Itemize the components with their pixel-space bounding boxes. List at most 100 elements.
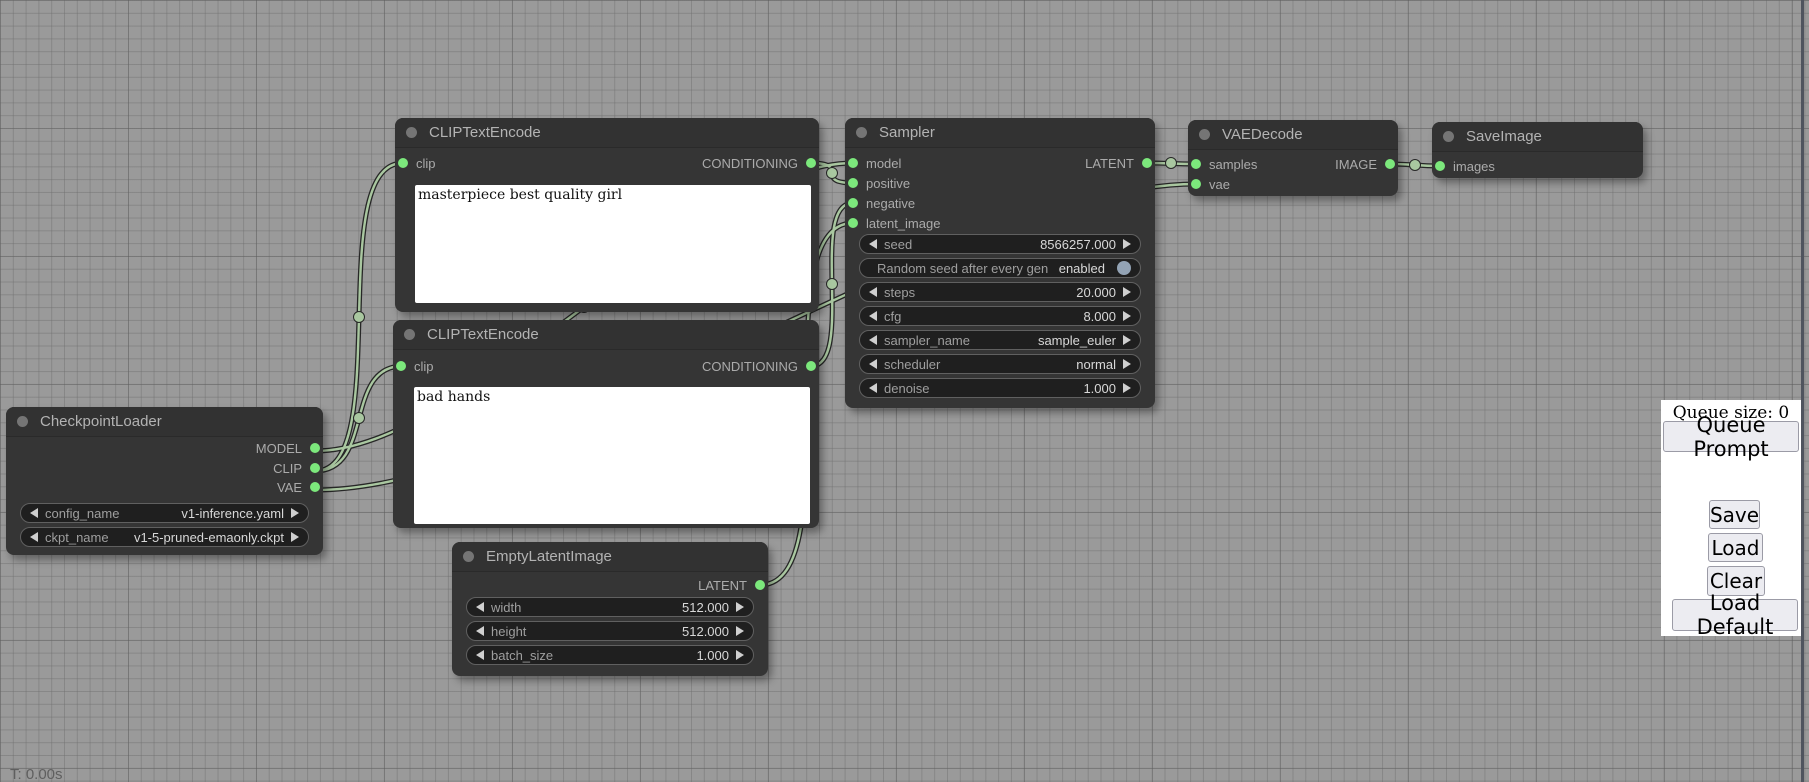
input-slot-images[interactable]: images [1435,156,1495,176]
input-slot-dot-icon[interactable] [848,158,858,168]
widget-denoise[interactable]: denoise 1.000 [859,378,1141,398]
input-slot-clip[interactable]: clip [398,153,436,173]
output-slot-dot-icon[interactable] [310,443,320,453]
output-slot-dot-icon[interactable] [1142,158,1152,168]
input-slot-model[interactable]: model [848,153,901,173]
output-slot-dot-icon[interactable] [806,158,816,168]
increment-arrow-icon[interactable] [1123,335,1131,345]
output-slot-label: CONDITIONING [702,156,798,171]
input-slot-dot-icon[interactable] [398,158,408,168]
increment-arrow-icon[interactable] [1123,359,1131,369]
widget-random-seed-toggle[interactable]: Random seed after every gen enabled [859,258,1141,278]
save-button[interactable]: Save [1709,500,1760,529]
output-slot-latent[interactable]: LATENT [1085,153,1152,173]
node-collapse-dot-icon[interactable] [404,329,415,340]
input-slot-dot-icon[interactable] [1435,161,1445,171]
increment-arrow-icon[interactable] [1123,383,1131,393]
output-slot-clip[interactable]: CLIP [273,458,320,478]
node-cliptextencode-negative[interactable]: CLIPTextEncode clip CONDITIONING bad han… [393,320,819,528]
output-slot-conditioning[interactable]: CONDITIONING [702,153,816,173]
load-default-button[interactable]: Load Default [1672,599,1798,631]
input-slot-dot-icon[interactable] [848,178,858,188]
increment-arrow-icon[interactable] [736,602,744,612]
execution-time-label: T: 0.00s [10,766,63,782]
node-cliptextencode-positive[interactable]: CLIPTextEncode clip CONDITIONING masterp… [395,118,819,312]
negative-prompt-textarea[interactable]: bad hands [414,387,810,524]
widget-config-name[interactable]: config_name v1-inference.yaml [20,503,309,523]
node-vaedecode[interactable]: VAEDecode samples vae IMAGE [1188,120,1398,196]
decrement-arrow-icon[interactable] [30,532,38,542]
increment-arrow-icon[interactable] [736,626,744,636]
decrement-arrow-icon[interactable] [869,335,877,345]
increment-arrow-icon[interactable] [291,532,299,542]
widget-batch-size[interactable]: batch_size 1.000 [466,645,754,665]
input-slot-negative[interactable]: negative [848,193,915,213]
node-collapse-dot-icon[interactable] [1199,129,1210,140]
decrement-arrow-icon[interactable] [476,602,484,612]
node-collapse-dot-icon[interactable] [856,127,867,138]
node-title-bar[interactable]: Sampler [845,118,1155,148]
node-collapse-dot-icon[interactable] [463,551,474,562]
input-slot-clip[interactable]: clip [396,356,434,376]
node-sampler[interactable]: Sampler model positive negative latent_i… [845,118,1155,408]
node-title-bar[interactable]: VAEDecode [1188,120,1398,150]
output-slot-dot-icon[interactable] [806,361,816,371]
widget-sampler-name[interactable]: sampler_name sample_euler [859,330,1141,350]
input-slot-dot-icon[interactable] [396,361,406,371]
increment-arrow-icon[interactable] [291,508,299,518]
widget-ckpt-name[interactable]: ckpt_name v1-5-pruned-emaonly.ckpt [20,527,309,547]
decrement-arrow-icon[interactable] [869,359,877,369]
increment-arrow-icon[interactable] [1123,311,1131,321]
node-title-bar[interactable]: CheckpointLoader [6,407,323,437]
input-slot-samples[interactable]: samples [1191,154,1257,174]
node-saveimage[interactable]: SaveImage images [1432,122,1643,178]
output-slot-conditioning[interactable]: CONDITIONING [702,356,816,376]
positive-prompt-textarea[interactable]: masterpiece best quality girl [415,185,811,303]
output-slot-model[interactable]: MODEL [256,438,320,458]
node-collapse-dot-icon[interactable] [406,127,417,138]
queue-prompt-button[interactable]: Queue Prompt [1663,421,1799,452]
increment-arrow-icon[interactable] [1123,239,1131,249]
node-title-bar[interactable]: EmptyLatentImage [452,542,768,572]
node-collapse-dot-icon[interactable] [17,416,28,427]
input-slot-dot-icon[interactable] [1191,159,1201,169]
output-slot-dot-icon[interactable] [310,463,320,473]
decrement-arrow-icon[interactable] [869,311,877,321]
output-slot-dot-icon[interactable] [755,580,765,590]
input-slot-dot-icon[interactable] [848,218,858,228]
node-collapse-dot-icon[interactable] [1443,131,1454,142]
node-emptylatentimage[interactable]: EmptyLatentImage LATENT width 512.000 he… [452,542,768,676]
widget-width[interactable]: width 512.000 [466,597,754,617]
decrement-arrow-icon[interactable] [869,383,877,393]
node-title-bar[interactable]: CLIPTextEncode [393,320,819,350]
widget-steps[interactable]: steps 20.000 [859,282,1141,302]
input-slot-dot-icon[interactable] [1191,179,1201,189]
output-slot-latent[interactable]: LATENT [698,575,765,595]
decrement-arrow-icon[interactable] [476,626,484,636]
decrement-arrow-icon[interactable] [30,508,38,518]
input-slot-vae[interactable]: vae [1191,174,1230,194]
input-slot-dot-icon[interactable] [848,198,858,208]
node-graph-canvas[interactable]: CheckpointLoader MODEL CLIP VAE config_n… [0,0,1809,782]
node-title-bar[interactable]: CLIPTextEncode [395,118,819,148]
decrement-arrow-icon[interactable] [476,650,484,660]
load-button[interactable]: Load [1708,533,1763,562]
increment-arrow-icon[interactable] [736,650,744,660]
output-slot-dot-icon[interactable] [1385,159,1395,169]
input-slot-positive[interactable]: positive [848,173,910,193]
scrollbar-line[interactable] [1801,0,1804,782]
node-checkpointloader[interactable]: CheckpointLoader MODEL CLIP VAE config_n… [6,407,323,555]
node-title-bar[interactable]: SaveImage [1432,122,1643,152]
toggle-dot-icon[interactable] [1117,261,1131,275]
output-slot-dot-icon[interactable] [310,482,320,492]
output-slot-vae[interactable]: VAE [277,477,320,497]
widget-height[interactable]: height 512.000 [466,621,754,641]
output-slot-image[interactable]: IMAGE [1335,154,1395,174]
increment-arrow-icon[interactable] [1123,287,1131,297]
widget-cfg[interactable]: cfg 8.000 [859,306,1141,326]
widget-seed[interactable]: seed 8566257.000 [859,234,1141,254]
decrement-arrow-icon[interactable] [869,287,877,297]
widget-scheduler[interactable]: scheduler normal [859,354,1141,374]
decrement-arrow-icon[interactable] [869,239,877,249]
input-slot-latent-image[interactable]: latent_image [848,213,940,233]
